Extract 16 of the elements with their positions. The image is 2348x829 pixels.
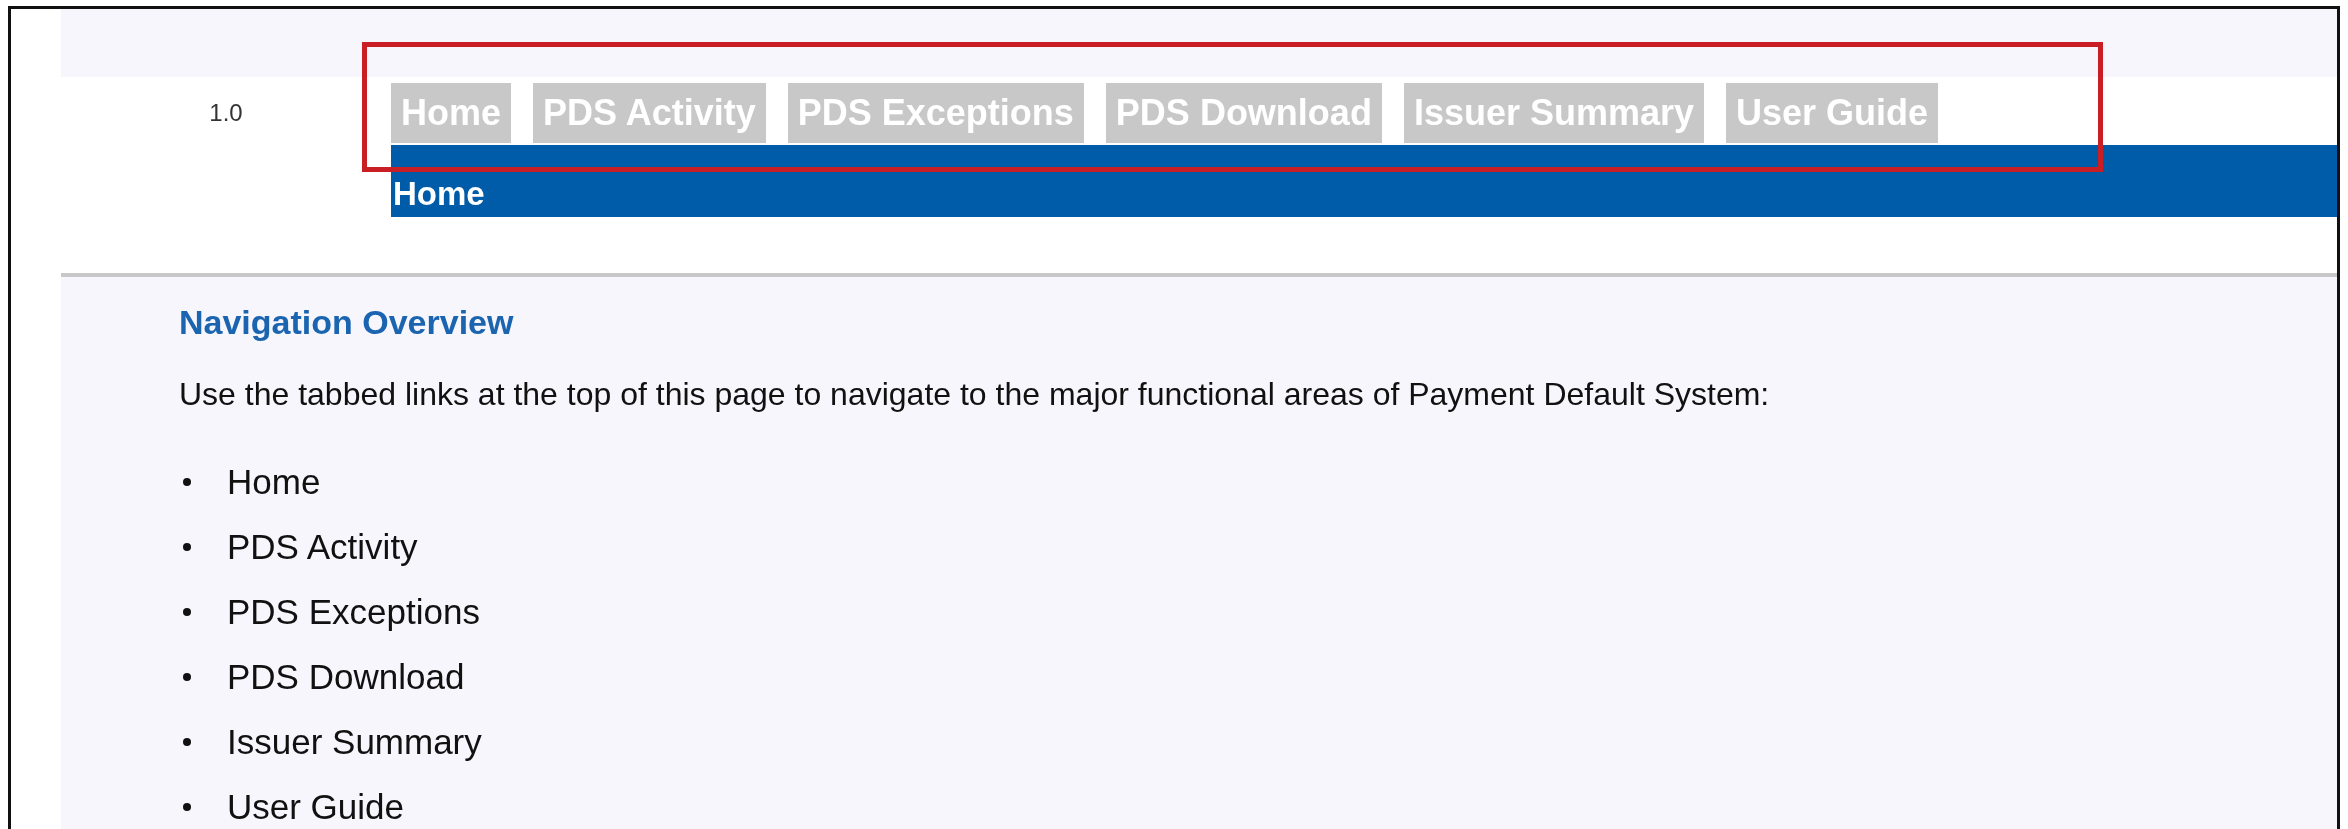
version-label: 1.0 <box>209 99 243 127</box>
bullet-icon <box>183 542 191 551</box>
bullet-icon <box>183 607 191 616</box>
list-item: PDS Download <box>227 656 465 697</box>
bullet-icon <box>183 477 191 486</box>
list-item: Home <box>227 461 321 502</box>
section-heading: Navigation Overview <box>179 303 515 342</box>
list-item: PDS Activity <box>227 526 418 567</box>
list-item: User Guide <box>227 786 405 827</box>
list-item: PDS Exceptions <box>227 591 480 632</box>
bullet-icon <box>183 672 191 681</box>
intro-text: Use the tabbed links at the top of this page to navigate to the major functional areas of Payment Default System: <box>179 376 1771 413</box>
page-title: Home <box>393 175 485 213</box>
bullet-icon <box>183 802 191 811</box>
list-item: Issuer Summary <box>227 721 482 762</box>
bullet-icon <box>183 737 191 746</box>
